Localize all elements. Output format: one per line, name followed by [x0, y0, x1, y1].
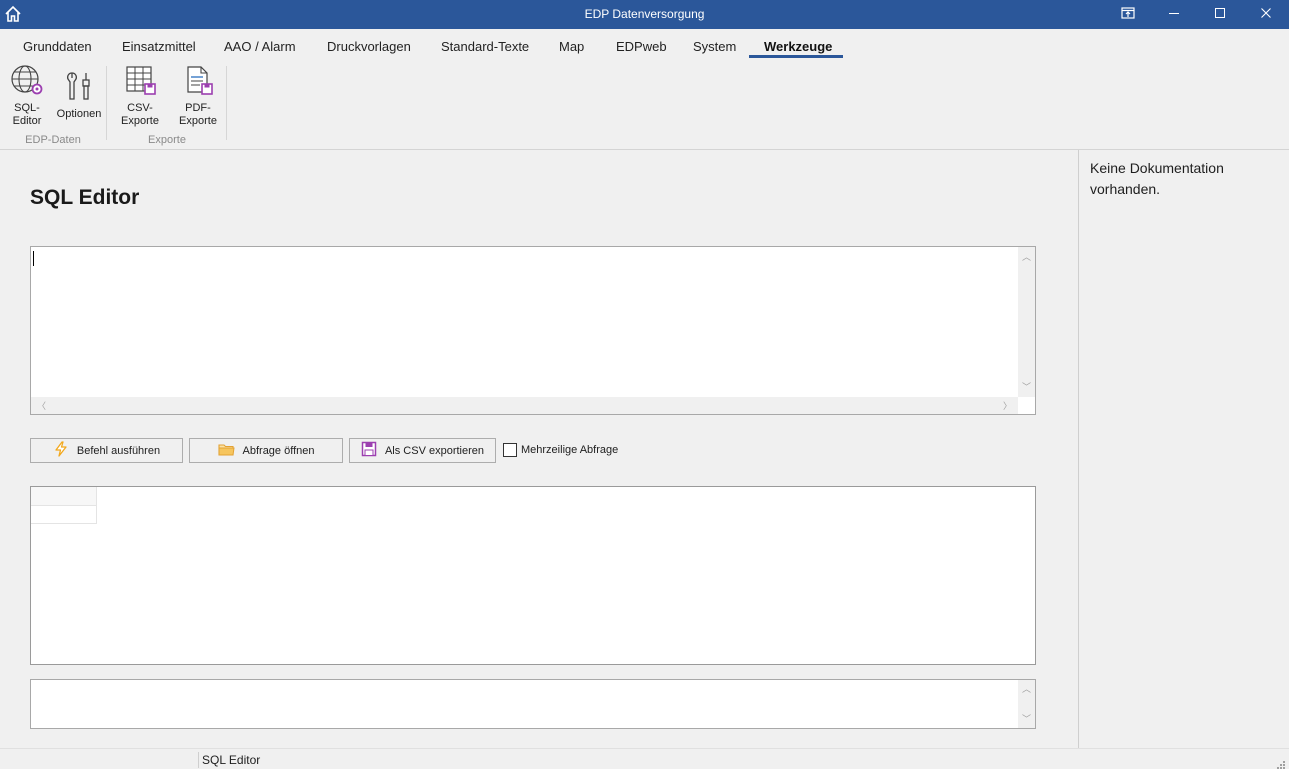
tab-druckvorlagen[interactable]: Druckvorlagen: [327, 39, 411, 54]
status-text: SQL Editor: [202, 753, 261, 767]
scroll-down-icon[interactable]: ﹀: [1022, 380, 1031, 393]
ribbon-group-separator: [106, 66, 107, 140]
sql-query-editor[interactable]: ︿ ﹀ 〈 〉: [30, 246, 1036, 415]
ribbon-group-separator: [226, 66, 227, 140]
tab-edpweb[interactable]: EDPweb: [616, 39, 667, 54]
tab-werkzeuge[interactable]: Werkzeuge: [764, 39, 832, 54]
export-csv-button[interactable]: Als CSV exportieren: [349, 438, 496, 463]
pdf-exporte-button[interactable]: PDF- Exporte: [175, 64, 221, 128]
tools-icon: [54, 70, 104, 106]
grid-row-header: [31, 506, 97, 524]
tab-map[interactable]: Map: [559, 39, 584, 54]
message-vertical-scrollbar[interactable]: ︿ ﹀: [1018, 680, 1035, 728]
scroll-left-icon[interactable]: 〈: [37, 399, 46, 412]
resize-grip-icon[interactable]: [1275, 756, 1285, 769]
open-query-label: Abfrage öffnen: [242, 444, 315, 457]
pdf-exporte-label-1: PDF-: [185, 102, 211, 114]
folder-icon: [217, 442, 235, 460]
active-tab-indicator: [749, 55, 843, 58]
close-button[interactable]: [1243, 0, 1289, 29]
ribbon-tabs: Grunddaten Einsatzmittel AAO / Alarm Dru…: [0, 29, 1289, 60]
scroll-right-icon[interactable]: 〉: [1003, 399, 1012, 412]
multiline-query-checkbox[interactable]: [503, 443, 517, 457]
close-icon: [1260, 6, 1272, 24]
tab-grunddaten[interactable]: Grunddaten: [23, 39, 92, 54]
multiline-query-option[interactable]: Mehrzeilige Abfrage: [503, 443, 618, 457]
multiline-query-label: Mehrzeilige Abfrage: [521, 444, 619, 456]
title-bar: EDP Datenversorgung: [0, 0, 1289, 29]
restore-to-tray-button[interactable]: [1105, 0, 1151, 29]
documentation-panel: Keine Dokumentation vorhanden.: [1078, 150, 1289, 748]
csv-exporte-button[interactable]: CSV- Exporte: [117, 64, 163, 128]
sql-editor-label-2: Editor: [12, 115, 42, 127]
page-title: SQL Editor: [30, 186, 140, 209]
maximize-button[interactable]: [1197, 0, 1243, 29]
group-label-exporte: Exporte: [148, 134, 186, 146]
optionen-label: Optionen: [56, 108, 102, 120]
scroll-up-icon[interactable]: ︿: [1022, 250, 1031, 263]
status-bar: SQL Editor: [0, 748, 1289, 769]
documentation-text: Keine Dokumentation vorhanden.: [1090, 160, 1224, 197]
document-save-icon: [175, 64, 221, 100]
export-csv-label: Als CSV exportieren: [384, 444, 485, 457]
pdf-exporte-label-2: Exporte: [179, 115, 217, 127]
restore-to-tray-icon: [1121, 6, 1135, 24]
window-title: EDP Datenversorgung: [584, 7, 705, 21]
execute-command-button[interactable]: Befehl ausführen: [30, 438, 183, 463]
editor-horizontal-scrollbar[interactable]: 〈 〉: [31, 397, 1018, 414]
scroll-down-icon[interactable]: ﹀: [1022, 712, 1031, 725]
text-caret: [33, 251, 34, 266]
grid-header-cell: [31, 487, 97, 506]
ribbon-panel: SQL- Editor Optionen EDP-Daten CSV- Expo…: [0, 60, 1289, 150]
minimize-icon: [1168, 6, 1180, 24]
group-label-edp-daten: EDP-Daten: [25, 134, 81, 146]
optionen-button[interactable]: Optionen: [54, 64, 104, 121]
message-output-box[interactable]: ︿ ﹀: [30, 679, 1036, 729]
lightning-icon: [53, 441, 69, 460]
floppy-disk-icon: [361, 441, 377, 460]
open-query-button[interactable]: Abfrage öffnen: [189, 438, 343, 463]
status-separator: [198, 752, 199, 768]
sql-editor-button[interactable]: SQL- Editor: [8, 64, 46, 128]
table-save-icon: [117, 64, 163, 100]
tab-system[interactable]: System: [693, 39, 736, 54]
scroll-up-icon[interactable]: ︿: [1022, 682, 1031, 695]
tab-standard-texte[interactable]: Standard-Texte: [441, 39, 529, 54]
csv-exporte-label-1: CSV-: [127, 102, 153, 114]
csv-exporte-label-2: Exporte: [121, 115, 159, 127]
globe-gear-icon: [8, 64, 46, 100]
tab-einsatzmittel[interactable]: Einsatzmittel: [122, 39, 196, 54]
execute-command-label: Befehl ausführen: [76, 444, 161, 457]
sql-editor-label-1: SQL-: [14, 102, 40, 114]
editor-vertical-scrollbar[interactable]: ︿ ﹀: [1018, 247, 1035, 397]
results-grid[interactable]: [30, 486, 1036, 665]
maximize-icon: [1214, 6, 1226, 24]
tab-aao-alarm[interactable]: AAO / Alarm: [224, 39, 296, 54]
minimize-button[interactable]: [1151, 0, 1197, 29]
